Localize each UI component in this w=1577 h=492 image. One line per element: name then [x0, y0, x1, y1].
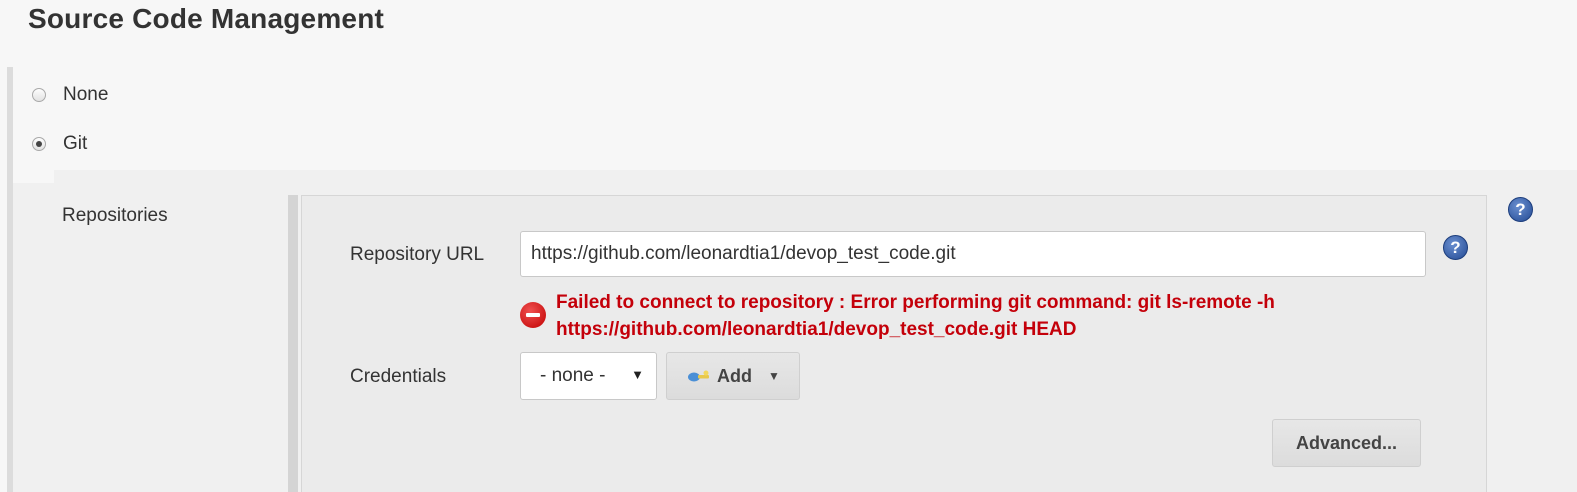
add-button-label: Add: [717, 366, 752, 386]
repository-url-input[interactable]: [520, 231, 1426, 277]
scm-option-git[interactable]: Git: [32, 132, 87, 156]
credentials-selected-value: - none -: [540, 365, 606, 386]
git-section-notch: [13, 170, 54, 183]
repository-error-message: Failed to connect to repository : Error …: [556, 289, 1436, 343]
repository-drag-handle[interactable]: [288, 195, 298, 492]
credentials-label: Credentials: [350, 366, 447, 387]
scm-option-none[interactable]: None: [32, 83, 108, 107]
error-line-2: https://github.com/leonardtia1/devop_tes…: [556, 319, 1077, 340]
credentials-select[interactable]: - none - ▼: [520, 352, 657, 400]
add-credentials-button[interactable]: Add ▼: [666, 352, 800, 400]
advanced-button[interactable]: Advanced...: [1272, 419, 1421, 467]
repository-url-help-icon[interactable]: ?: [1443, 235, 1468, 260]
radio-none[interactable]: [32, 88, 46, 102]
key-icon: [688, 370, 709, 382]
dropdown-arrow-icon: ▼: [631, 367, 644, 382]
radio-git[interactable]: [32, 137, 46, 151]
scm-option-git-label: Git: [63, 133, 88, 154]
scm-option-none-label: None: [63, 84, 109, 105]
error-icon: [520, 302, 546, 328]
repository-url-label: Repository URL: [350, 244, 485, 265]
caret-down-icon: ▼: [768, 369, 780, 383]
error-line-1: Failed to connect to repository : Error …: [556, 292, 1275, 313]
repositories-help-icon[interactable]: ?: [1508, 197, 1533, 222]
repositories-label: Repositories: [62, 205, 168, 226]
page-title: Source Code Management: [28, 3, 385, 34]
